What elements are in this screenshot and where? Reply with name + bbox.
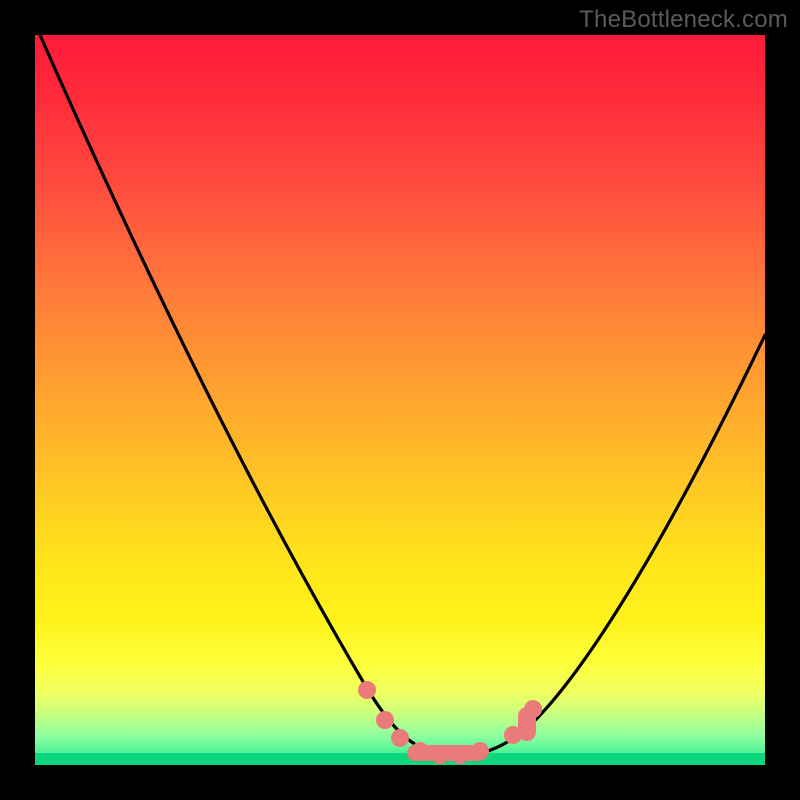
marker-layer xyxy=(35,35,765,765)
marker-dot xyxy=(391,729,409,747)
marker-dot xyxy=(358,681,376,699)
marker-dot xyxy=(376,711,394,729)
watermark-text: TheBottleneck.com xyxy=(579,6,788,34)
marker-group xyxy=(358,681,542,764)
marker-dot xyxy=(431,746,449,764)
marker-dot xyxy=(451,746,469,764)
marker-dot xyxy=(471,742,489,760)
plot-area xyxy=(35,35,765,765)
marker-dot xyxy=(524,700,542,718)
chart-frame: TheBottleneck.com xyxy=(0,0,800,800)
marker-dot xyxy=(411,742,429,760)
